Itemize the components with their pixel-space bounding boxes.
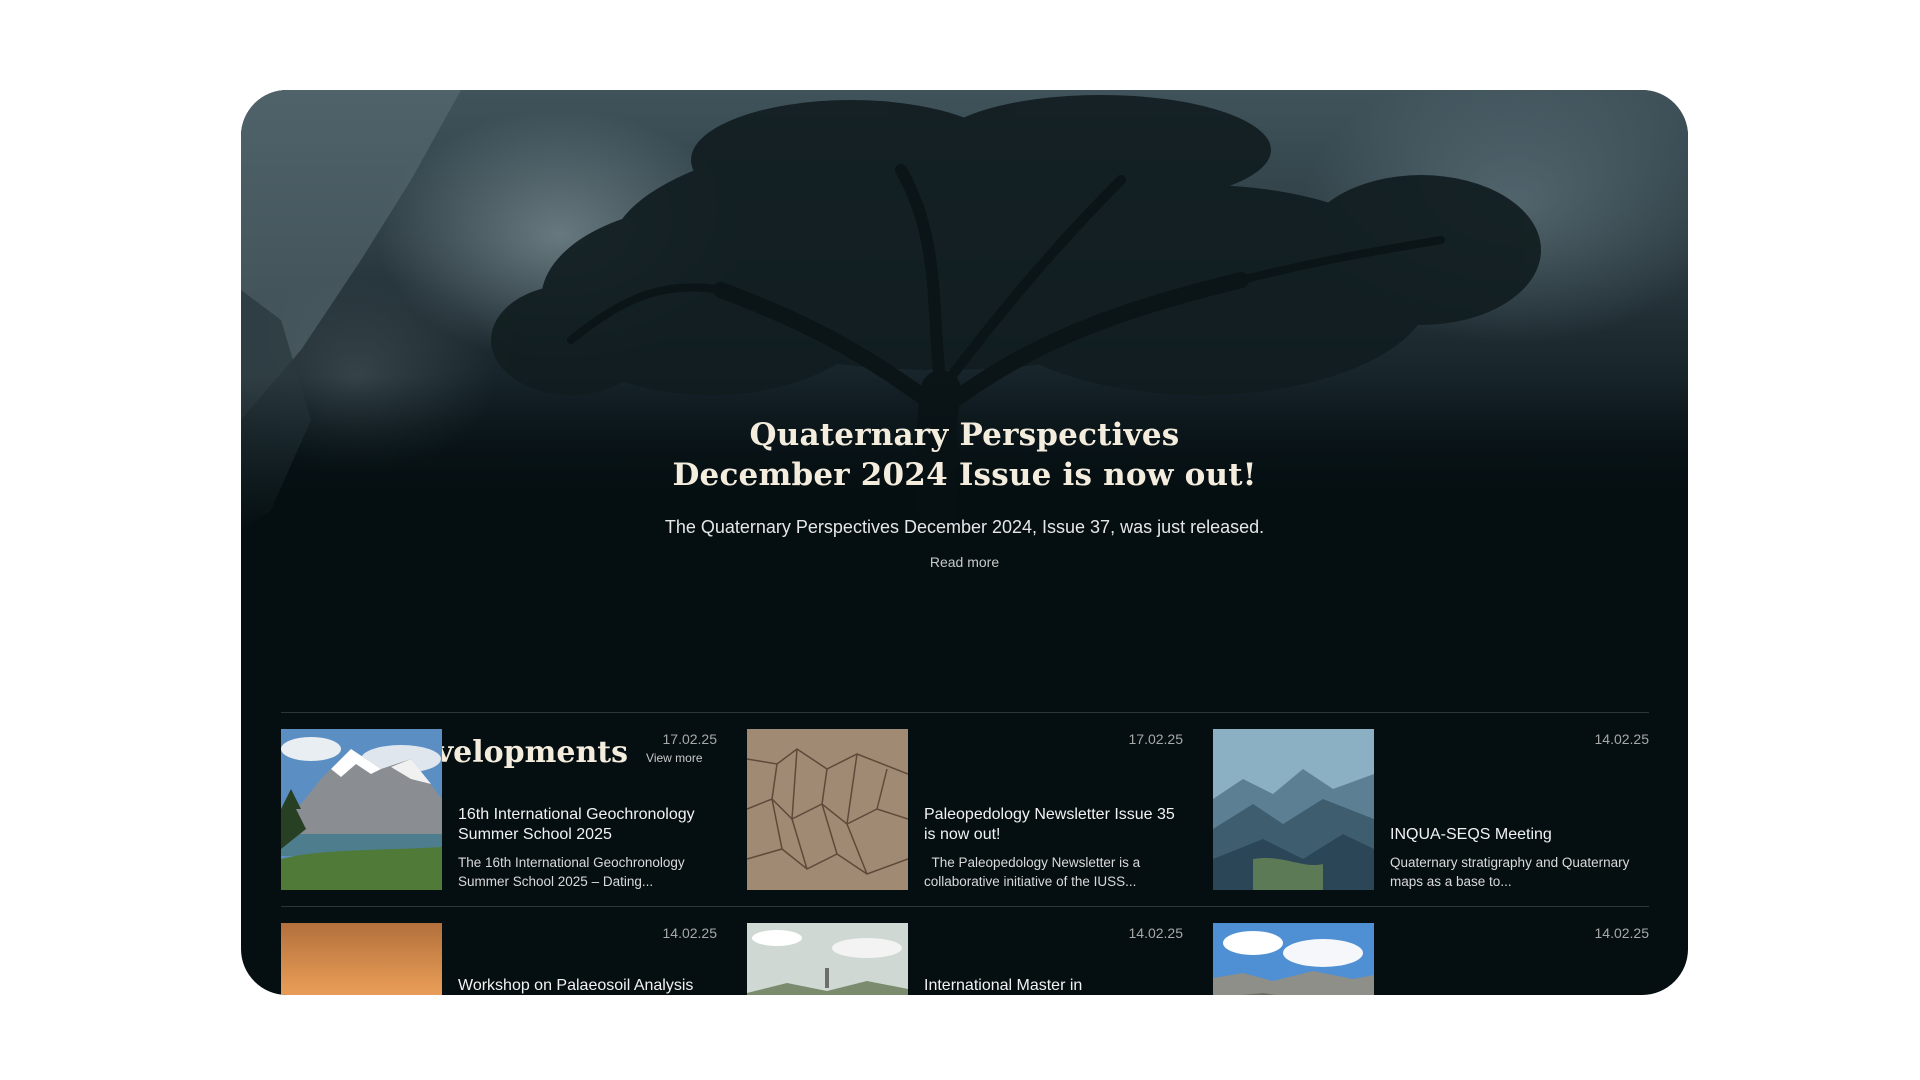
news-text: INQUA-SEQS Meeting Quaternary stratigrap… (1390, 825, 1652, 891)
news-thumbnail-mountain-lake (281, 729, 442, 890)
news-item[interactable]: 14.02.25 International Master in (747, 923, 1183, 995)
news-date: 14.02.25 (662, 925, 718, 941)
news-title: 16th International Geochronology Summer … (458, 806, 695, 843)
hero-title-line-2: December 2024 Issue is now out! (672, 457, 1257, 493)
news-item[interactable]: 17.02.25 Paleopedology Newsletter Issue … (747, 729, 1183, 891)
news-excerpt: The 16th International Geochronology Sum… (458, 855, 685, 889)
news-date: 14.02.25 (1594, 731, 1650, 747)
read-more-link[interactable]: Read more (930, 554, 999, 570)
news-date: 17.02.25 (662, 731, 718, 747)
news-text: 16th International Geochronology Summer … (458, 805, 720, 891)
news-thumbnail-cracked-soil (747, 729, 908, 890)
news-item[interactable]: 14.02.25 INQUA-SEQS Meeting Quaternary s… (1213, 729, 1649, 891)
news-text: Workshop on Palaeosoil Analysis (458, 976, 720, 995)
news-date: 14.02.25 (1128, 925, 1184, 941)
main-card: Quaternary Perspectives December 2024 Is… (241, 90, 1688, 995)
hero-title-line-1: Quaternary Perspectives (749, 417, 1180, 453)
news-item[interactable]: 14.02.25 Workshop on Palaeosoil Analysis (281, 923, 717, 995)
news-thumbnail-landscape (747, 923, 908, 995)
news-thumbnail-sunset (281, 923, 442, 995)
news-text: Paleopedology Newsletter Issue 35 is now… (924, 805, 1186, 891)
divider (281, 712, 1649, 713)
news-date: 17.02.25 (1128, 731, 1184, 747)
news-excerpt: The Paleopedology Newsletter is a collab… (924, 855, 1144, 889)
news-excerpt: Quaternary stratigraphy and Quaternary m… (1390, 855, 1630, 889)
news-title: International Master in (924, 977, 1083, 994)
news-date: 14.02.25 (1594, 925, 1650, 941)
news-title: Paleopedology Newsletter Issue 35 is now… (924, 806, 1175, 843)
news-text: International Master in (924, 976, 1186, 995)
divider (281, 906, 1649, 907)
news-item[interactable]: 17.02.25 16th International Geochronolog… (281, 729, 717, 891)
news-thumbnail-mountain-valley (1213, 729, 1374, 890)
hero-description: The Quaternary Perspectives December 202… (664, 517, 1265, 537)
news-thumbnail-cliffs-sky (1213, 923, 1374, 995)
hero-section: Quaternary Perspectives December 2024 Is… (241, 415, 1688, 572)
hero-title: Quaternary Perspectives December 2024 Is… (241, 415, 1688, 495)
news-title: Workshop on Palaeosoil Analysis (458, 977, 694, 994)
news-item[interactable]: 14.02.25 (1213, 923, 1649, 995)
news-title: INQUA-SEQS Meeting (1390, 826, 1552, 843)
